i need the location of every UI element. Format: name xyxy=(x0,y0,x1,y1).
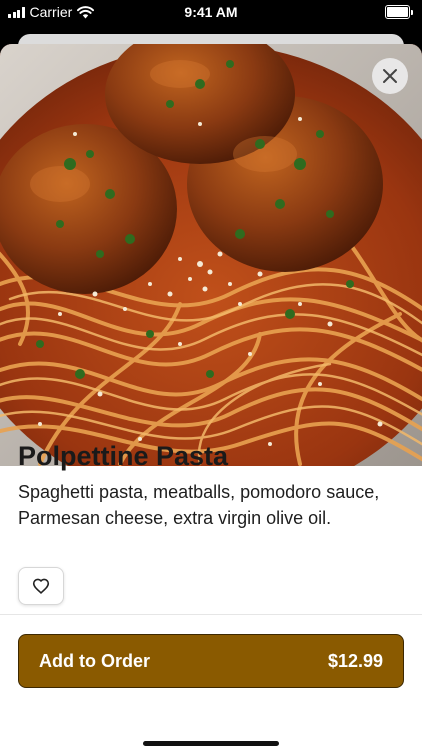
status-time: 9:41 AM xyxy=(184,4,238,20)
close-button[interactable] xyxy=(372,58,408,94)
item-description: Spaghetti pasta, meatballs, pomodoro sau… xyxy=(18,482,380,528)
screen: Carrier 9:41 AM Polpettine Pasta Spaghet… xyxy=(0,0,422,750)
item-title: Polpettine Pasta xyxy=(18,441,229,471)
pasta-illustration xyxy=(0,44,422,466)
home-indicator xyxy=(143,741,279,746)
price-label: $12.99 xyxy=(327,650,383,671)
close-icon xyxy=(383,69,397,83)
battery-icon xyxy=(385,5,413,19)
add-to-order-label: Add to Order xyxy=(39,650,150,671)
heart-outline-icon xyxy=(32,578,50,594)
status-bar: Carrier 9:41 AM xyxy=(0,0,422,24)
favorite-button[interactable] xyxy=(18,567,64,605)
item-image xyxy=(0,44,422,466)
add-to-order-button[interactable]: Add to Order $12.99 xyxy=(18,634,404,688)
item-details: Polpettine Pasta Spaghetti pasta, meatba… xyxy=(18,440,408,531)
divider xyxy=(0,614,422,615)
